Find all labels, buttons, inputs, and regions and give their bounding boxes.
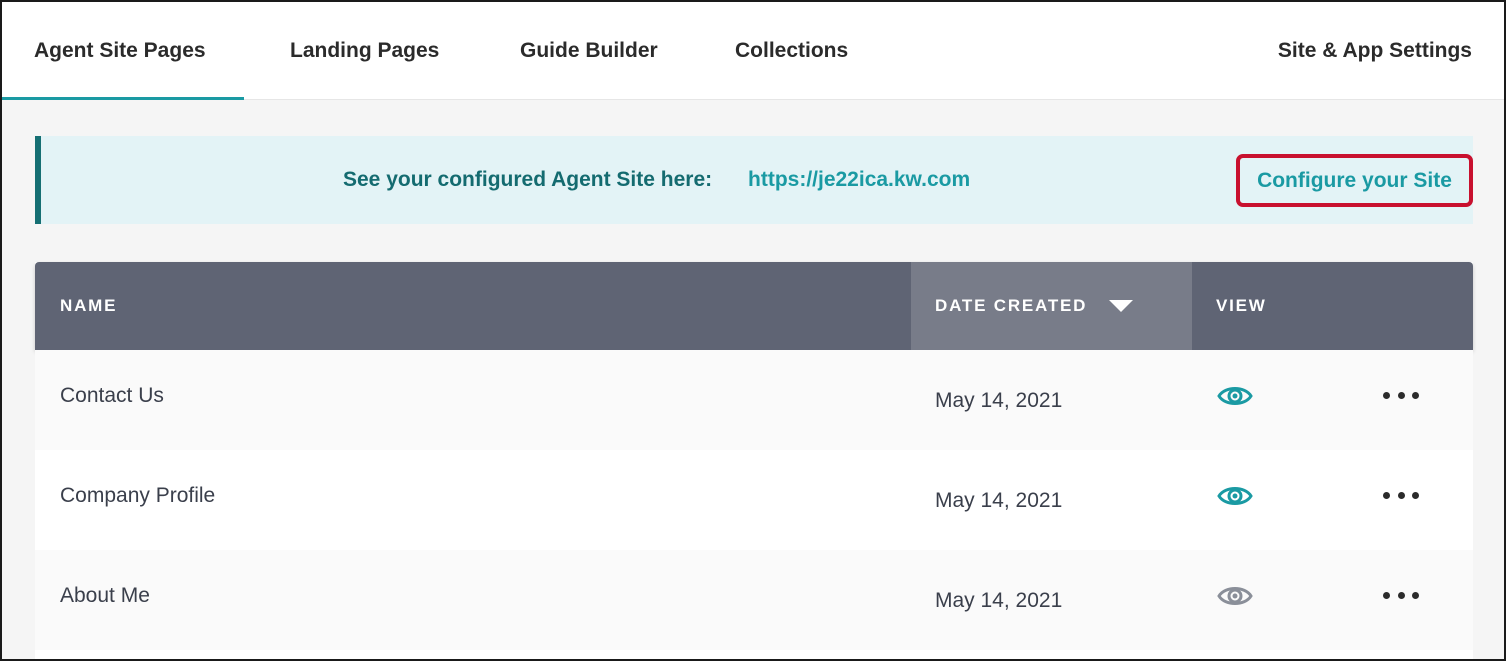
page-name[interactable]: Company Profile xyxy=(60,484,215,508)
table-row: About Me May 14, 2021 xyxy=(35,550,1473,650)
app-frame: Agent Site Pages Landing Pages Guide Bui… xyxy=(0,0,1506,661)
more-options-icon[interactable] xyxy=(1383,585,1419,605)
tab-landing-pages[interactable]: Landing Pages xyxy=(290,2,439,100)
table-row: Contact Us May 14, 2021 xyxy=(35,350,1473,450)
table-row: Company Profile May 14, 2021 xyxy=(35,450,1473,550)
column-header-view: VIEW xyxy=(1216,296,1267,315)
tab-agent-site-pages[interactable]: Agent Site Pages xyxy=(2,2,244,100)
pages-table: NAME DATE CREATED VIEW Contact Us May 14… xyxy=(35,262,1473,659)
eye-icon[interactable] xyxy=(1217,483,1253,509)
top-nav: Agent Site Pages Landing Pages Guide Bui… xyxy=(2,2,1504,100)
column-header-date-label: DATE CREATED xyxy=(935,296,1088,315)
banner-text: See your configured Agent Site here: xyxy=(343,168,713,191)
eye-icon[interactable] xyxy=(1217,583,1253,609)
column-header-name[interactable]: NAME xyxy=(60,262,117,350)
tab-collections[interactable]: Collections xyxy=(735,2,848,100)
page-name[interactable]: About Me xyxy=(60,584,150,608)
agent-site-link[interactable]: https://je22ica.kw.com xyxy=(748,136,970,224)
more-options-icon[interactable] xyxy=(1383,385,1419,405)
page-name[interactable]: Contact Us xyxy=(60,384,164,408)
tab-site-app-settings[interactable]: Site & App Settings xyxy=(1278,2,1472,100)
eye-icon[interactable] xyxy=(1217,383,1253,409)
column-header-date-created[interactable]: DATE CREATED xyxy=(935,262,1134,350)
caret-down-icon xyxy=(1109,300,1134,312)
date-created: May 14, 2021 xyxy=(935,389,1063,412)
date-created: May 14, 2021 xyxy=(935,489,1063,512)
tab-guide-builder[interactable]: Guide Builder xyxy=(520,2,658,100)
agent-site-banner: See your configured Agent Site here: htt… xyxy=(35,136,1473,224)
date-created: May 14, 2021 xyxy=(935,589,1063,612)
more-options-icon[interactable] xyxy=(1383,485,1419,505)
table-header: NAME DATE CREATED VIEW xyxy=(35,262,1473,350)
configure-site-button[interactable]: Configure your Site xyxy=(1236,154,1473,207)
